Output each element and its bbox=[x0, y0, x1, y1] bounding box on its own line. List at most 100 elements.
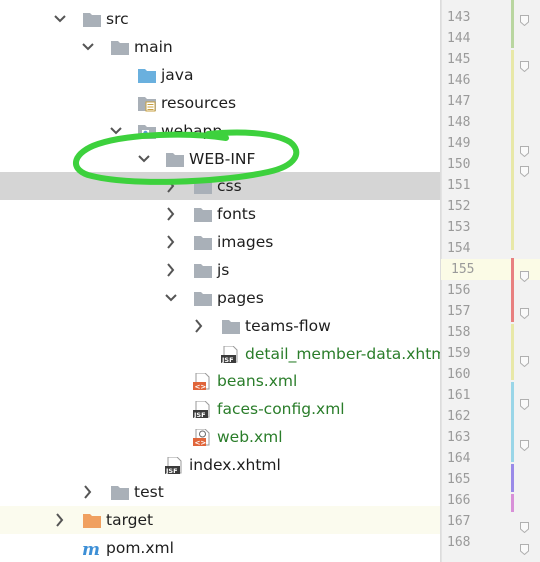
tree-item-pages[interactable]: pages bbox=[0, 284, 440, 312]
fold-marker-icon[interactable] bbox=[520, 353, 529, 368]
tree-item-label: fonts bbox=[217, 205, 256, 223]
chevron-right-icon[interactable] bbox=[163, 261, 179, 279]
web-xml-file-icon: <> bbox=[193, 429, 213, 446]
resources-folder-icon bbox=[137, 95, 157, 112]
line-number: 168 bbox=[447, 535, 471, 550]
fold-marker-icon[interactable] bbox=[520, 163, 529, 178]
tree-item-label: target bbox=[106, 511, 154, 529]
tree-item-label: java bbox=[161, 66, 194, 84]
line-number: 147 bbox=[447, 94, 471, 109]
folder-icon bbox=[193, 262, 213, 279]
tree-item-web-inf[interactable]: WEB-INF bbox=[0, 145, 440, 173]
tree-item-web-xml[interactable]: <> web.xml bbox=[0, 423, 440, 451]
chevron-right-icon[interactable] bbox=[191, 317, 207, 335]
change-marker bbox=[511, 0, 514, 48]
line-number: 165 bbox=[447, 472, 471, 487]
svg-text:JSF: JSF bbox=[165, 467, 178, 474]
tree-item-label: beans.xml bbox=[217, 372, 298, 390]
folder-icon bbox=[110, 39, 130, 56]
tree-item-index-xhtml[interactable]: JSF index.xhtml bbox=[0, 451, 440, 479]
tree-item-webapp[interactable]: webapp bbox=[0, 117, 440, 145]
tree-item-test[interactable]: test bbox=[0, 478, 440, 506]
tree-item-label: pages bbox=[217, 289, 264, 307]
tree-item-label: pom.xml bbox=[106, 539, 174, 557]
fold-marker-icon[interactable] bbox=[520, 305, 529, 320]
fold-marker-icon[interactable] bbox=[520, 519, 529, 534]
tree-item-label: index.xhtml bbox=[189, 456, 281, 474]
svg-text:<>: <> bbox=[195, 439, 207, 446]
gutter-separator bbox=[441, 0, 442, 562]
change-marker bbox=[511, 50, 514, 250]
fold-marker-icon[interactable] bbox=[520, 143, 529, 158]
tree-item-beans-xml[interactable]: <> beans.xml bbox=[0, 367, 440, 395]
project-tree: src main java resources webapp WEB-INF css font… bbox=[0, 0, 440, 562]
folder-icon bbox=[221, 318, 241, 335]
folder-icon bbox=[82, 11, 102, 28]
tree-item-images[interactable]: images bbox=[0, 228, 440, 256]
xml-file-icon: <> bbox=[193, 373, 213, 390]
folder-icon bbox=[193, 178, 213, 195]
line-number: 153 bbox=[447, 220, 471, 235]
chevron-right-icon[interactable] bbox=[163, 205, 179, 223]
tree-item-label: js bbox=[217, 261, 230, 279]
change-marker bbox=[511, 494, 514, 512]
chevron-right-icon[interactable] bbox=[163, 233, 179, 251]
tree-item-java[interactable]: java bbox=[0, 61, 440, 89]
tree-item-fonts[interactable]: fonts bbox=[0, 200, 440, 228]
jsf-file-icon: JSF bbox=[165, 457, 185, 474]
editor-gutter: 143 144 145 146 147 148 149 150 151 152 153 154 155 1… bbox=[440, 0, 540, 562]
folder-icon bbox=[193, 206, 213, 223]
line-number: 148 bbox=[447, 115, 471, 130]
excluded-folder-icon bbox=[82, 512, 102, 529]
chevron-down-icon[interactable] bbox=[80, 38, 96, 56]
svg-text:m: m bbox=[82, 540, 100, 557]
line-number: 156 bbox=[447, 283, 471, 298]
tree-item-teams-flow[interactable]: teams-flow bbox=[0, 312, 440, 340]
line-number: 166 bbox=[447, 493, 471, 508]
tree-item-label: main bbox=[134, 38, 173, 56]
fold-marker-icon[interactable] bbox=[520, 396, 529, 411]
change-marker bbox=[511, 464, 514, 492]
line-number: 144 bbox=[447, 31, 471, 46]
tree-item-css[interactable]: css bbox=[0, 172, 440, 200]
tree-item-detail-member-data-xhtml[interactable]: JSF detail_member-data.xhtml bbox=[0, 340, 440, 368]
line-number: 143 bbox=[447, 10, 471, 25]
fold-marker-icon[interactable] bbox=[520, 268, 529, 283]
tree-item-target[interactable]: target bbox=[0, 506, 440, 534]
tree-item-faces-config-xml[interactable]: JSF faces-config.xml bbox=[0, 395, 440, 423]
fold-marker-icon[interactable] bbox=[520, 12, 529, 27]
line-number: 161 bbox=[447, 388, 471, 403]
line-number: 159 bbox=[447, 346, 471, 361]
change-marker bbox=[511, 258, 514, 322]
line-number: 154 bbox=[447, 241, 471, 256]
tree-item-js[interactable]: js bbox=[0, 256, 440, 284]
tree-item-resources[interactable]: resources bbox=[0, 89, 440, 117]
tree-item-label: detail_member-data.xhtml bbox=[245, 345, 440, 363]
fold-marker-icon[interactable] bbox=[520, 58, 529, 73]
fold-marker-icon[interactable] bbox=[520, 541, 529, 556]
source-folder-icon bbox=[137, 67, 157, 84]
chevron-right-icon[interactable] bbox=[52, 511, 68, 529]
chevron-right-icon[interactable] bbox=[163, 177, 179, 195]
fold-marker-icon[interactable] bbox=[520, 437, 529, 452]
tree-item-label: web.xml bbox=[217, 428, 283, 446]
line-number: 162 bbox=[447, 409, 471, 424]
chevron-right-icon[interactable] bbox=[80, 483, 96, 501]
line-number: 158 bbox=[447, 325, 471, 340]
jsf-file-icon: JSF bbox=[221, 346, 241, 363]
tree-item-src[interactable]: src bbox=[0, 5, 440, 33]
chevron-down-icon[interactable] bbox=[163, 289, 179, 307]
chevron-down-icon[interactable] bbox=[136, 150, 152, 168]
tree-item-label: src bbox=[106, 10, 129, 28]
line-number: 149 bbox=[447, 136, 471, 151]
tree-item-pom-xml[interactable]: m pom.xml bbox=[0, 534, 440, 562]
line-number: 167 bbox=[447, 514, 471, 529]
line-number: 146 bbox=[447, 73, 471, 88]
line-number: 163 bbox=[447, 430, 471, 445]
line-number: 157 bbox=[447, 304, 471, 319]
tree-item-main[interactable]: main bbox=[0, 33, 440, 61]
tree-item-label: faces-config.xml bbox=[217, 400, 345, 418]
chevron-down-icon[interactable] bbox=[108, 122, 124, 140]
chevron-down-icon[interactable] bbox=[52, 10, 68, 28]
tree-item-label: resources bbox=[161, 94, 237, 112]
